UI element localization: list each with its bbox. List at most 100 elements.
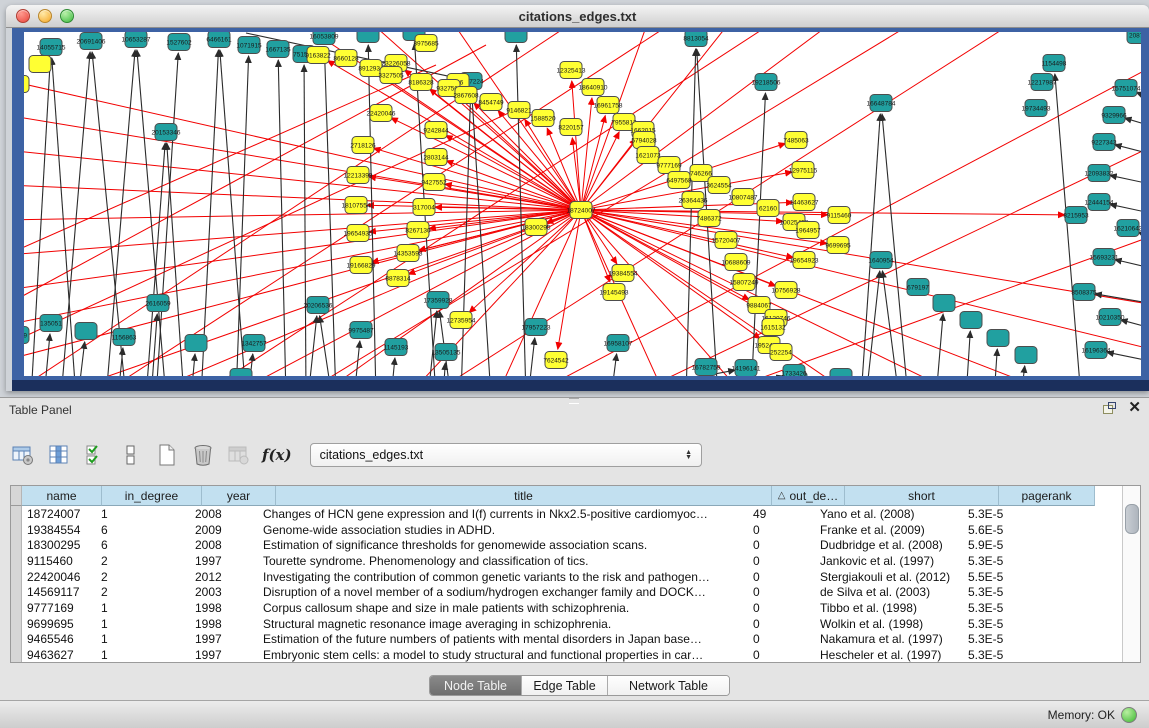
- graph-node[interactable]: 7485063: [783, 132, 809, 149]
- graph-node[interactable]: 8660128: [333, 50, 359, 67]
- graph-node[interactable]: 19654923: [790, 252, 819, 269]
- graph-node[interactable]: 8186328: [408, 74, 434, 91]
- graph-node[interactable]: 10210350: [1096, 309, 1125, 326]
- graph-node[interactable]: 7624542: [543, 352, 569, 369]
- graph-node[interactable]: 6466161: [206, 32, 232, 48]
- graph-node[interactable]: 135051: [40, 315, 62, 332]
- graph-node[interactable]: 1145193: [384, 339, 409, 356]
- graph-node[interactable]: 8454749: [478, 94, 504, 111]
- tab-node-table[interactable]: Node Table: [430, 676, 522, 695]
- table-selector-combo[interactable]: citations_edges.txt ▲▼: [310, 443, 702, 467]
- table-column-icon[interactable]: [46, 442, 71, 468]
- select-rows-icon[interactable]: [82, 442, 107, 468]
- graph-node[interactable]: 8813054: [683, 32, 709, 47]
- citation-edge-black[interactable]: [611, 354, 617, 376]
- graph-node[interactable]: 12975115: [789, 162, 818, 179]
- graph-node[interactable]: [185, 335, 207, 352]
- window-titlebar[interactable]: citations_edges.txt: [6, 5, 1149, 28]
- citation-edge-red[interactable]: [24, 32, 566, 376]
- graph-node[interactable]: 12093832: [1085, 165, 1114, 182]
- graph-node[interactable]: [75, 323, 97, 340]
- graph-node[interactable]: 8878314: [385, 270, 411, 287]
- graph-node[interactable]: [933, 295, 955, 312]
- graph-node[interactable]: 20691406: [77, 33, 106, 50]
- citation-edge-black[interactable]: [1021, 366, 1025, 376]
- table-row[interactable]: 946554611997Estimation of the future num…: [21, 632, 1123, 648]
- column-header-title[interactable]: title: [276, 486, 772, 506]
- citation-edge-black[interactable]: [191, 354, 195, 376]
- graph-node[interactable]: 16958107: [604, 335, 633, 352]
- citation-edge-black[interactable]: [443, 363, 445, 376]
- graph-node[interactable]: 12213399: [344, 167, 373, 184]
- graph-node[interactable]: 9227343: [1091, 134, 1117, 151]
- citation-edge-red[interactable]: [24, 210, 581, 360]
- graph-node[interactable]: 1964957: [795, 222, 821, 239]
- graph-node[interactable]: 10807487: [729, 189, 758, 206]
- citation-edge-black[interactable]: [528, 338, 535, 376]
- column-header-short[interactable]: short: [845, 486, 999, 506]
- citation-edge-black[interactable]: [278, 60, 286, 376]
- citation-edge-black[interactable]: [966, 331, 970, 376]
- graph-node[interactable]: 20153346: [152, 124, 181, 141]
- close-panel-icon[interactable]: ✕: [1128, 402, 1141, 414]
- column-header-pagerank[interactable]: pagerank: [999, 486, 1095, 506]
- tab-edge-table[interactable]: Edge Table: [522, 676, 608, 695]
- table-row[interactable]: 1938455462009Genome-wide association stu…: [21, 522, 1123, 538]
- graph-node[interactable]: 12735954: [447, 312, 476, 329]
- column-header-name[interactable]: name: [22, 486, 102, 506]
- graph-node[interactable]: 1154498: [1042, 55, 1067, 72]
- citation-edge-black[interactable]: [1107, 352, 1141, 362]
- delete-trash-icon[interactable]: [190, 442, 215, 468]
- graph-node[interactable]: 18724007: [567, 202, 596, 219]
- graph-node[interactable]: 8220157: [558, 119, 584, 136]
- new-document-icon[interactable]: [154, 442, 179, 468]
- graph-node[interactable]: 19145493: [600, 284, 629, 301]
- graph-node[interactable]: 2867608: [453, 87, 479, 104]
- graph-node[interactable]: 12325413: [557, 62, 586, 79]
- table-row[interactable]: 1456911722003Disruption of a novel membe…: [21, 584, 1123, 600]
- graph-node[interactable]: 15751074: [1112, 80, 1141, 97]
- table-settings-icon[interactable]: [10, 442, 35, 468]
- graph-node[interactable]: 14353593: [394, 245, 423, 262]
- network-canvas[interactable]: 1405571520691406106532871527602646616110…: [24, 32, 1141, 376]
- citation-edge-black[interactable]: [1110, 204, 1141, 214]
- graph-node[interactable]: 17957223: [522, 319, 551, 336]
- table-row[interactable]: 1872400712008Changes of HCN gene express…: [21, 506, 1123, 522]
- citation-edge-red[interactable]: [581, 210, 1141, 350]
- graph-node[interactable]: 16648784: [867, 95, 896, 112]
- graph-node[interactable]: 679197: [907, 279, 929, 296]
- graph-node[interactable]: 9777169: [656, 157, 682, 174]
- graph-node[interactable]: 9699695: [825, 237, 851, 254]
- graph-node[interactable]: 19654935: [344, 225, 373, 242]
- graph-node[interactable]: 1667135: [265, 41, 291, 58]
- graph-node[interactable]: 62160: [757, 200, 779, 217]
- graph-node[interactable]: 3624554: [706, 177, 732, 194]
- graph-node[interactable]: 16053809: [310, 32, 339, 45]
- graph-node[interactable]: 9242844: [423, 122, 449, 139]
- citation-edge-black[interactable]: [882, 114, 908, 376]
- graph-node[interactable]: [505, 32, 527, 43]
- graph-node[interactable]: 1342757: [241, 335, 267, 352]
- graph-node[interactable]: 1621073: [635, 147, 661, 164]
- citation-edge-black[interactable]: [861, 114, 880, 376]
- graph-node[interactable]: 9427552: [421, 174, 447, 191]
- graph-node[interactable]: 1071915: [236, 37, 262, 54]
- graph-node[interactable]: 19218506: [752, 74, 781, 91]
- citation-edge-red[interactable]: [24, 115, 581, 210]
- graph-node[interactable]: 16961758: [594, 97, 623, 114]
- graph-node[interactable]: 13505135: [432, 344, 461, 361]
- table-row[interactable]: 977716911998Corpus callosum shape and si…: [21, 600, 1123, 616]
- graph-node[interactable]: 10653287: [122, 32, 151, 48]
- citation-edge-red[interactable]: [445, 184, 581, 210]
- graph-node[interactable]: 18640910: [579, 79, 608, 96]
- graph-node[interactable]: [830, 369, 852, 377]
- citation-edge-black[interactable]: [24, 346, 26, 376]
- column-header-in_degree[interactable]: in_degree: [102, 486, 202, 506]
- graph-node[interactable]: 16782759: [692, 359, 721, 376]
- graph-node[interactable]: 19384554: [609, 265, 638, 282]
- graph-node[interactable]: 9329966: [1101, 107, 1127, 124]
- citation-edge-black[interactable]: [994, 349, 997, 376]
- graph-node[interactable]: 14055715: [37, 39, 66, 56]
- graph-node[interactable]: 8215953: [1063, 207, 1089, 224]
- citation-edge-red[interactable]: [581, 32, 726, 210]
